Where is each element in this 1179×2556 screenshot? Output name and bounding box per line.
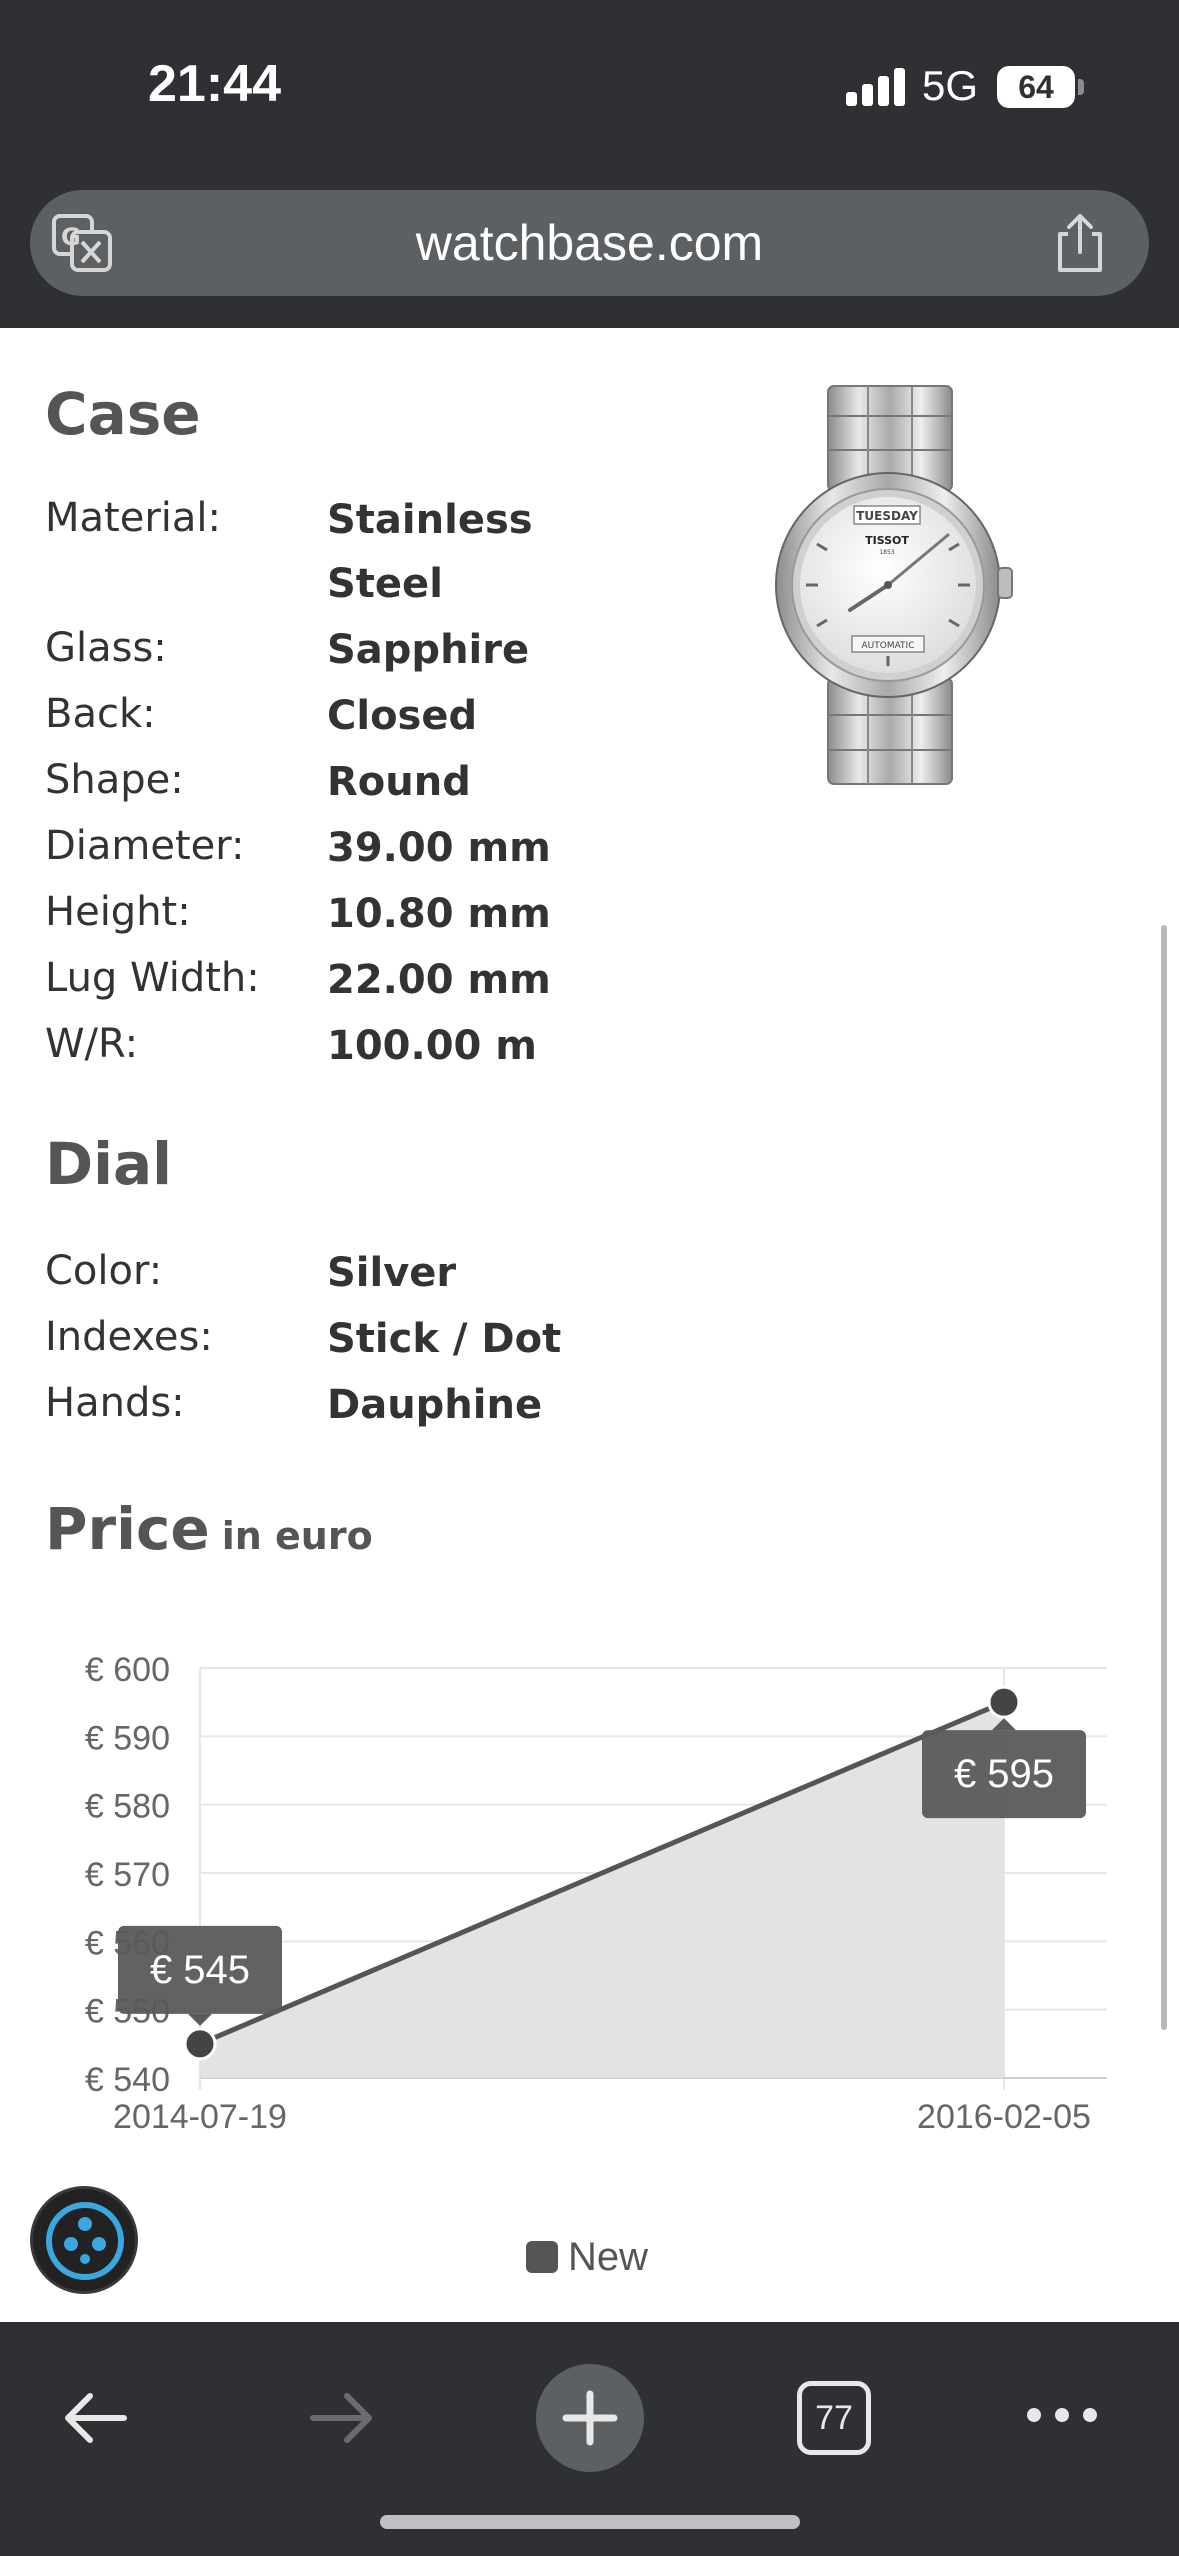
status-time: 21:44 (148, 55, 281, 113)
home-indicator (380, 2515, 800, 2529)
spec-value-hands: Dauphine (327, 1382, 543, 1428)
spec-label-material: Material: (45, 495, 221, 541)
url-text[interactable]: watchbase.com (30, 214, 1149, 272)
spec-label-shape: Shape: (45, 757, 184, 803)
svg-text:AUTOMATIC: AUTOMATIC (862, 641, 915, 651)
price-heading: Price in euro (45, 1495, 373, 1563)
price-chart: € 600€ 590€ 580€ 570€ 560€ 550€ 5402014-… (85, 1651, 1107, 2136)
y-tick-label: € 540 (85, 2061, 170, 2099)
x-tick-label: 2014-07-19 (113, 2098, 287, 2136)
legend-swatch-new (526, 2241, 558, 2273)
spec-value-water-resistance: 100.00 m (327, 1023, 537, 1069)
back-arrow-icon[interactable] (58, 2388, 132, 2448)
watch-helper-icon (46, 2202, 124, 2280)
price-title: Price (45, 1495, 210, 1563)
spec-label-water-resistance: W/R: (45, 1021, 139, 1067)
data-point (987, 1685, 1021, 1719)
svg-text:TUESDAY: TUESDAY (856, 509, 918, 523)
y-tick-label: € 580 (85, 1788, 170, 1826)
floating-helper-button[interactable] (30, 2186, 138, 2294)
svg-text:TISSOT: TISSOT (865, 534, 909, 547)
spec-value-glass: Sapphire (327, 627, 530, 673)
spec-value-lug-width: 22.00 mm (327, 957, 551, 1003)
data-label-pointer (188, 2013, 212, 2026)
spec-value-indexes: Stick / Dot (327, 1316, 562, 1362)
browser-top-bar: 21:44 5G 64 G watchbase.com (0, 0, 1179, 328)
case-heading: Case (45, 380, 201, 448)
data-point (183, 2027, 217, 2061)
legend-label-new: New (568, 2234, 649, 2279)
chart-legend[interactable]: New (526, 2232, 648, 2282)
new-tab-button[interactable] (536, 2364, 644, 2472)
spec-label-lug-width: Lug Width: (45, 955, 260, 1001)
dial-heading: Dial (45, 1130, 173, 1198)
svg-text:1853: 1853 (879, 549, 894, 556)
series-area-new (200, 1702, 1004, 2078)
more-icon[interactable] (1022, 2400, 1102, 2430)
page-scrollbar[interactable] (1161, 925, 1167, 2030)
spec-label-glass: Glass: (45, 625, 167, 671)
spec-value-back: Closed (327, 693, 478, 739)
y-tick-label: € 570 (85, 1856, 170, 1894)
spec-value-material: Stainless Steel (327, 497, 533, 607)
spec-value-height: 10.80 mm (327, 891, 551, 937)
spec-value-shape: Round (327, 759, 471, 805)
spec-label-color: Color: (45, 1248, 163, 1294)
cellular-signal-icon (846, 68, 906, 106)
x-tick-label: 2016-02-05 (917, 2098, 1091, 2136)
spec-label-height: Height: (45, 889, 191, 935)
network-type: 5G (922, 62, 979, 109)
spec-value-color: Silver (327, 1250, 457, 1296)
battery-indicator: 64 (997, 66, 1075, 108)
watch-image: TUESDAY TISSOT 1853 AUTOMATIC (775, 385, 1013, 785)
spec-label-diameter: Diameter: (45, 823, 245, 869)
forward-arrow-icon[interactable] (305, 2388, 379, 2448)
spec-label-hands: Hands: (45, 1380, 185, 1426)
y-tick-label: € 590 (85, 1719, 170, 1757)
plus-icon (562, 2390, 618, 2446)
price-subtitle: in euro (221, 1514, 373, 1558)
spec-label-indexes: Indexes: (45, 1314, 213, 1360)
address-bar[interactable]: G watchbase.com (30, 190, 1149, 296)
data-label: € 545 (150, 1948, 250, 1992)
spec-value-diameter: 39.00 mm (327, 825, 551, 871)
data-label: € 595 (954, 1752, 1054, 1796)
y-tick-label: € 600 (85, 1651, 170, 1689)
spec-label-back: Back: (45, 691, 156, 737)
share-icon[interactable] (1050, 212, 1110, 274)
battery-nub (1078, 79, 1084, 95)
tabs-button[interactable]: 77 (797, 2381, 871, 2455)
